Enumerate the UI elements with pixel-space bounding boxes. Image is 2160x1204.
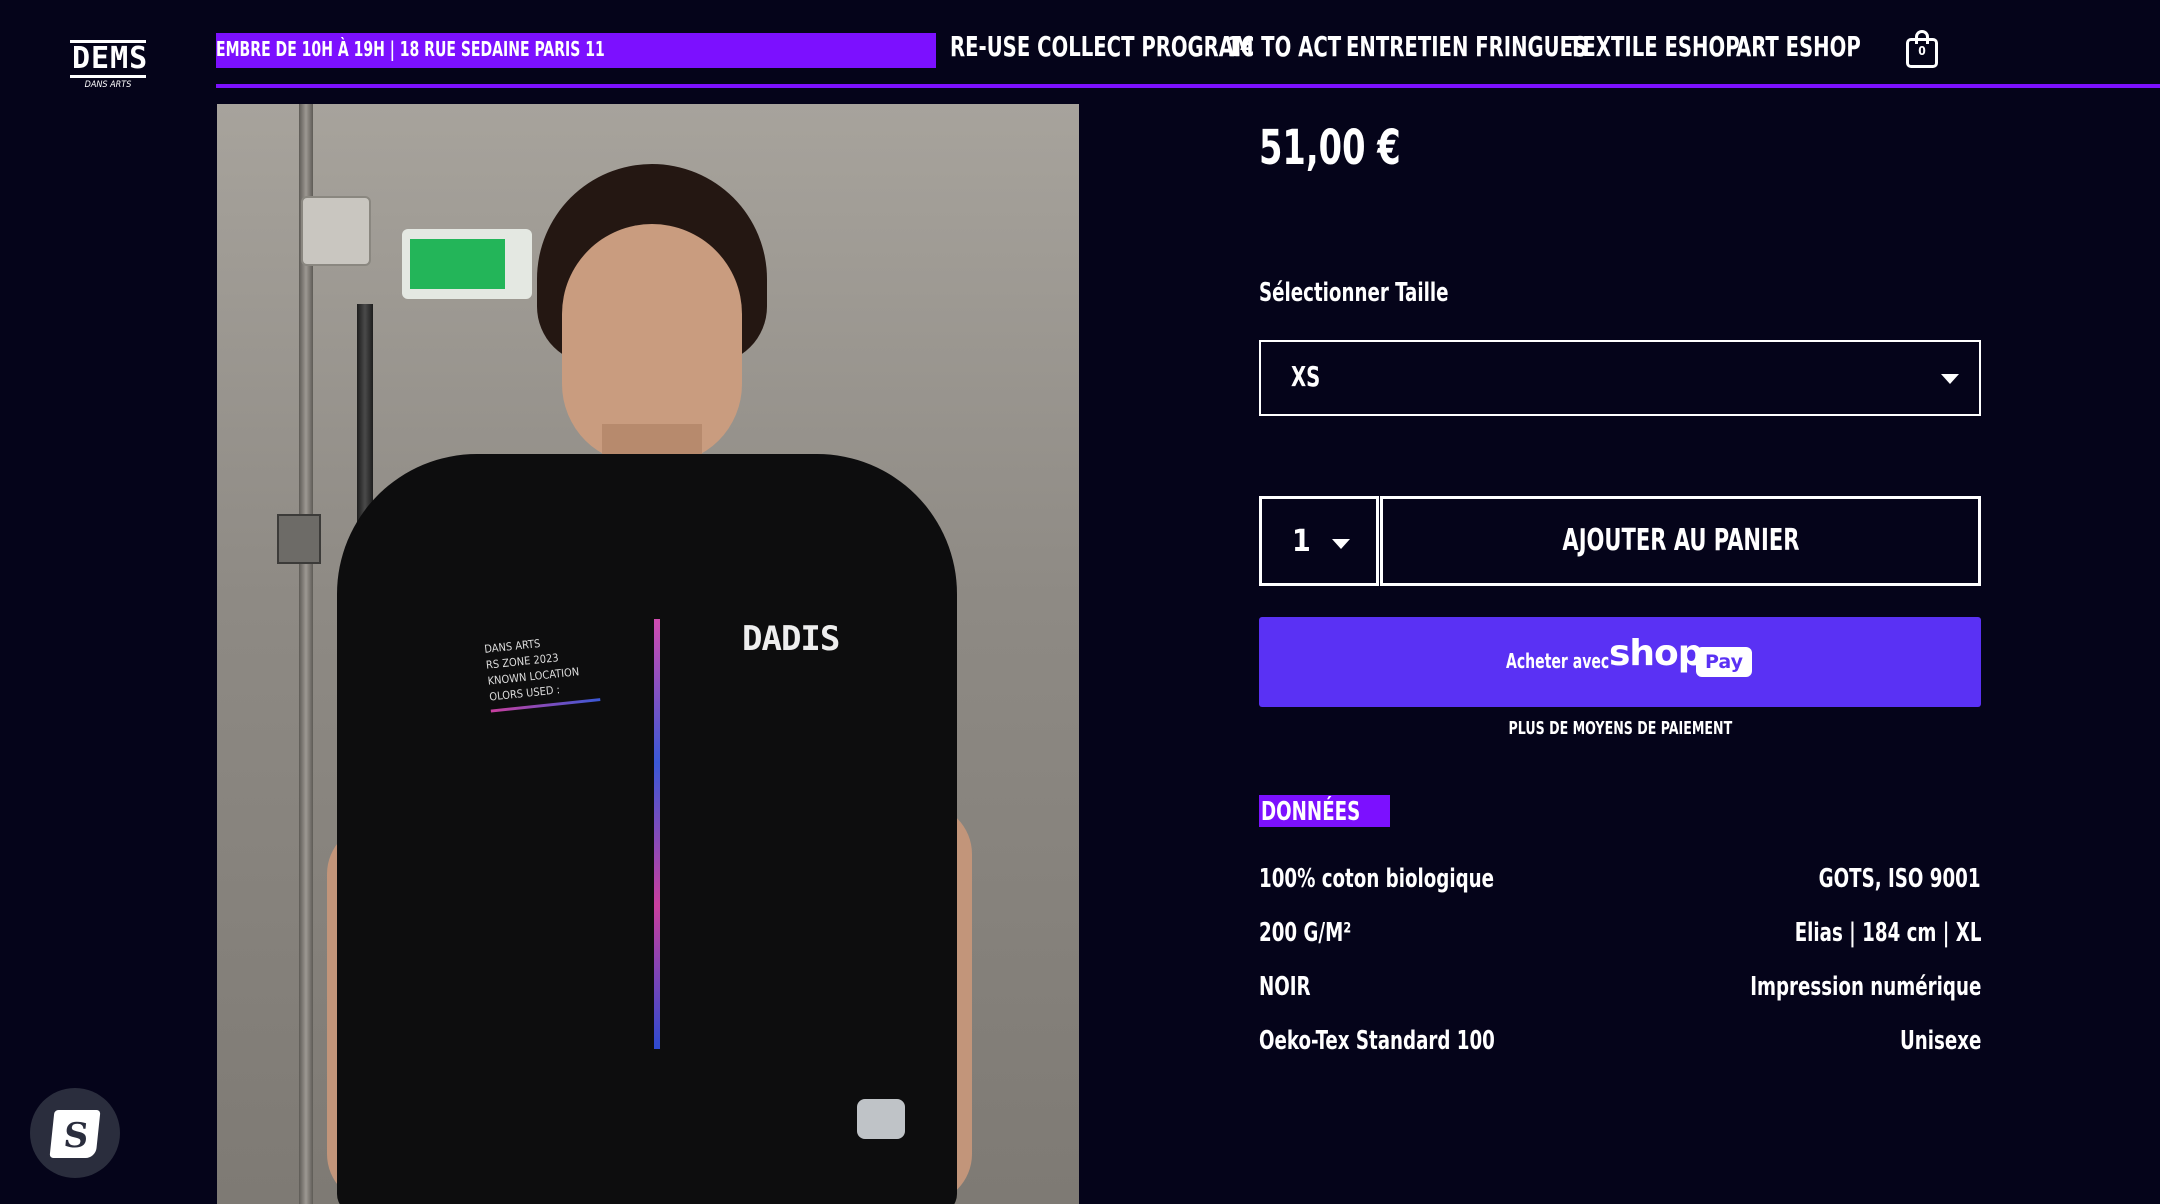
photo-wristwatch xyxy=(857,1099,905,1139)
detail-left-1: 100% coton biologique xyxy=(1259,864,1495,894)
nav-art-eshop[interactable]: ART ESHOP xyxy=(1736,30,1896,70)
product-photo[interactable]: DADIS DANS ARTS RS ZONE 2023 KNOWN LOCAT… xyxy=(217,104,1079,1204)
detail-right-3: Impression numérique xyxy=(1749,972,1981,1002)
detail-left-4: Oeko-Tex Standard 100 xyxy=(1259,1026,1495,1056)
shop-pay-button[interactable]: Acheter avec shop Pay xyxy=(1259,617,1981,707)
photo-tshirt-print: DANS ARTS RS ZONE 2023 KNOWN LOCATION OL… xyxy=(484,630,601,713)
add-to-cart-button[interactable]: AJOUTER AU PANIER xyxy=(1380,496,1981,586)
size-select-value: XS xyxy=(1291,360,1321,393)
photo-wall-switch xyxy=(277,514,321,564)
logo-subtitle: DANS ARTS xyxy=(84,80,132,90)
detail-left-2: 200 G/M² xyxy=(1259,918,1352,948)
photo-wall-pipe xyxy=(299,104,313,1204)
size-label: Sélectionner Taille xyxy=(1259,278,1449,308)
shop-pay-badge: Pay xyxy=(1696,647,1752,677)
announcement-bar: EMBRE DE 10H À 19H | 18 RUE SEDAINE PARI… xyxy=(216,33,936,68)
photo-tshirt-logo: DADIS xyxy=(742,619,840,659)
photo-tshirt-stripe xyxy=(654,619,660,1049)
photo-tshirt xyxy=(337,454,957,1204)
shop-pay-logo: shop xyxy=(1609,633,1704,674)
announcement-text: EMBRE DE 10H À 19H | 18 RUE SEDAINE PARI… xyxy=(216,37,605,61)
detail-right-2: Elias | 184 cm | XL xyxy=(1794,918,1981,948)
shopify-bag-icon: S xyxy=(49,1110,101,1158)
product-price: 51,00 € xyxy=(1259,120,1401,176)
detail-right-4: Unisexe xyxy=(1899,1026,1981,1056)
photo-junction-box xyxy=(301,196,371,266)
chevron-down-icon xyxy=(1332,539,1350,549)
size-select[interactable]: XS xyxy=(1259,340,1981,416)
details-title: DONNÉES xyxy=(1259,795,1391,827)
site-header: DEMS DANS ARTS EMBRE DE 10H À 19H | 18 R… xyxy=(0,0,2160,90)
cart-count: 0 xyxy=(1918,44,1926,58)
shop-pay-prefix: Acheter avec xyxy=(1506,649,1610,673)
detail-right-1: GOTS, ISO 9001 xyxy=(1819,864,1981,894)
cart-button[interactable]: 0 xyxy=(1906,30,1938,68)
site-logo[interactable]: DEMS DANS ARTS xyxy=(70,40,149,96)
more-payment-options-link[interactable]: PLUS DE MOYENS DE PAIEMENT xyxy=(1259,718,1981,739)
quantity-select[interactable]: 1 xyxy=(1259,496,1379,586)
logo-mark: DEMS xyxy=(70,40,149,78)
detail-left-3: NOIR xyxy=(1259,972,1311,1002)
quantity-value: 1 xyxy=(1292,524,1311,559)
header-divider xyxy=(216,84,2160,88)
chevron-down-icon xyxy=(1941,374,1959,384)
shopify-badge-button[interactable]: S xyxy=(30,1088,120,1178)
photo-exit-sign xyxy=(402,229,532,299)
